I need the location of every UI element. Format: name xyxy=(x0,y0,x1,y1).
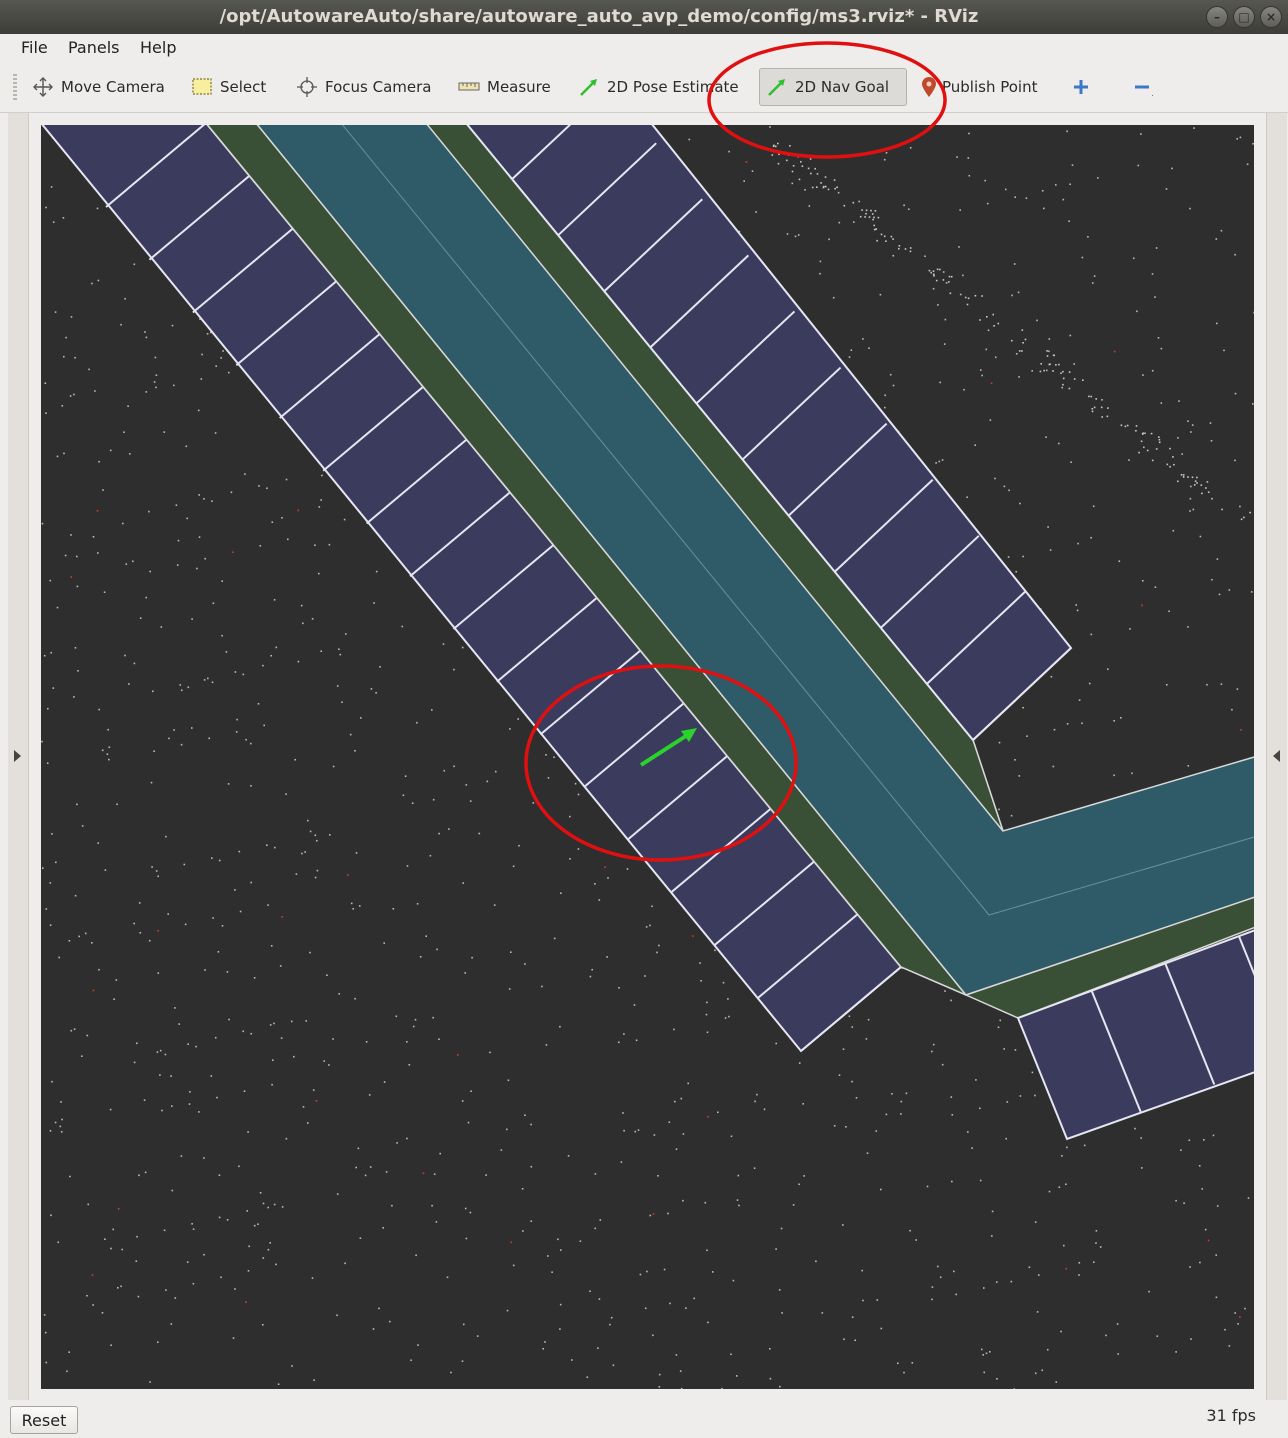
annotation-circle-goal xyxy=(524,664,798,862)
annotation-circle-toolbar xyxy=(707,41,947,159)
annotation-overlay xyxy=(524,41,947,862)
status-bar: Reset 31 fps xyxy=(0,1400,1288,1438)
fps-readout: 31 fps xyxy=(1206,1406,1256,1425)
reset-button[interactable]: Reset xyxy=(10,1406,78,1434)
